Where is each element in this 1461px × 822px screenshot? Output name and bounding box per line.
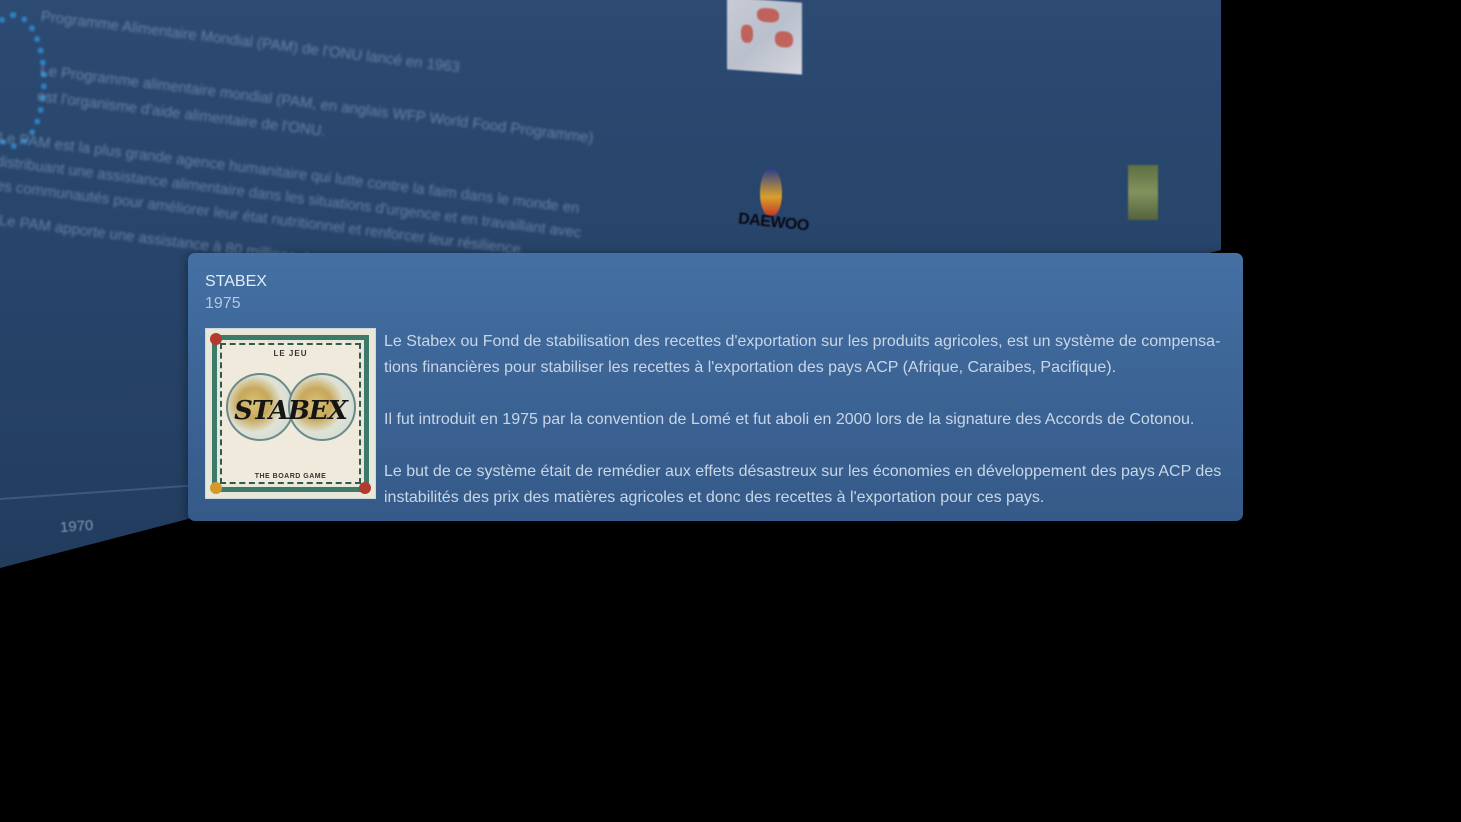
event-title: STABEX (205, 273, 267, 290)
event-image[interactable]: LE JEU STABEX THE BOARD GAME (205, 328, 376, 499)
board-game-bottom-text: THE BOARD GAME (254, 473, 327, 480)
timeline-viewer: Programme Alimentaire Mondial (PAM) de l… (0, 0, 1461, 822)
stairs-thumbnail[interactable] (1128, 165, 1158, 220)
seal-icon (359, 482, 371, 494)
board-game-logo: STABEX (234, 396, 348, 426)
description-paragraph: Le but de ce système était de remédier a… (384, 463, 1222, 506)
event-year: 1975 (205, 295, 241, 312)
axis-year-label: 1970 (59, 516, 94, 537)
daewoo-emblem-icon (760, 168, 782, 216)
board-game-top-text: LE JEU (273, 349, 308, 358)
event-description: Le Stabex ou Fond de stabilisation des r… (384, 329, 1234, 511)
world-map-thumbnail[interactable] (727, 0, 802, 75)
daewoo-logo[interactable]: DAEWOO (737, 168, 810, 246)
event-detail-card[interactable]: STABEX 1975 LE JEU STABEX THE BOARD GAME… (188, 253, 1243, 521)
seal-icon (210, 333, 222, 345)
description-paragraph: Il fut introduit en 1975 par la conventi… (384, 411, 1195, 428)
seal-icon (210, 482, 222, 494)
description-paragraph: Le Stabex ou Fond de stabilisation des r… (384, 333, 1221, 376)
